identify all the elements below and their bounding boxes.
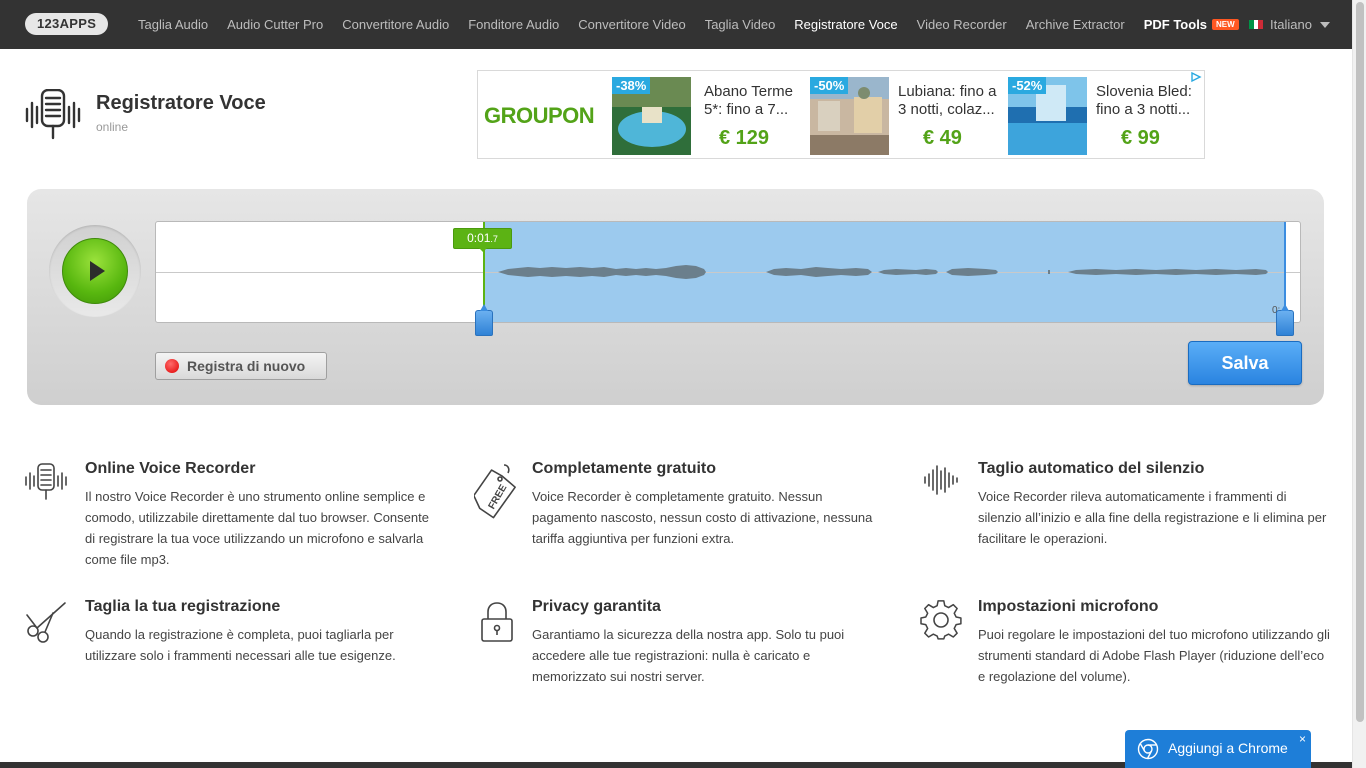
page-scrollbar[interactable] xyxy=(1352,0,1366,768)
deal-price: € 99 xyxy=(1121,127,1160,149)
app-microphone-icon xyxy=(25,88,81,146)
scrollbar-thumb[interactable] xyxy=(1356,2,1364,722)
deal-title[interactable]: Slovenia Bled: fino a 3 notti... xyxy=(1096,83,1196,119)
deal-title[interactable]: Abano Terme 5*: fino a 7... xyxy=(704,83,804,119)
free-tag-icon: FREE xyxy=(472,463,518,526)
top-navigation-bar: 123APPS Taglia Audio Audio Cutter Pro Co… xyxy=(0,0,1352,49)
deal-price: € 49 xyxy=(923,127,962,149)
feature-text: Garantiamo la sicurezza della nostra app… xyxy=(532,627,845,684)
nav-video-recorder[interactable]: Video Recorder xyxy=(917,17,1007,32)
svg-text:FREE: FREE xyxy=(487,483,510,512)
time-main: 0:01 xyxy=(467,231,491,245)
feature-title: Online Voice Recorder xyxy=(85,460,256,477)
trim-start-handle[interactable] xyxy=(475,304,493,336)
waveform-editor[interactable]: 0:01.7 0: xyxy=(155,221,1301,336)
nav-convertitore-audio[interactable]: Convertitore Audio xyxy=(342,17,449,32)
main-nav: Taglia Audio Audio Cutter Pro Convertito… xyxy=(138,0,1258,49)
language-label: Italiano xyxy=(1270,17,1312,32)
add-to-chrome-label: Aggiungi a Chrome xyxy=(1168,740,1288,756)
adchoices-icon[interactable] xyxy=(1190,71,1202,83)
record-again-label: Registra di nuovo xyxy=(187,358,306,374)
lock-icon xyxy=(480,601,514,648)
feature-title: Privacy garantita xyxy=(532,598,661,615)
feature-text: Voice Recorder è completamente gratuito.… xyxy=(532,489,873,546)
record-again-button[interactable]: Registra di nuovo xyxy=(155,352,327,380)
nav-fonditore-audio[interactable]: Fonditore Audio xyxy=(468,17,559,32)
deal-image-lubiana[interactable]: -50% xyxy=(810,77,889,155)
play-icon xyxy=(90,261,105,281)
waveform xyxy=(498,265,1268,279)
deal-image-bled[interactable]: -52% xyxy=(1008,77,1087,155)
nav-pdf-tools[interactable]: PDF Tools NEW xyxy=(1144,17,1239,32)
waveform-icon xyxy=(923,465,959,500)
new-badge: NEW xyxy=(1212,19,1239,30)
nav-archive-extractor[interactable]: Archive Extractor xyxy=(1026,17,1125,32)
recorder-panel: 0:01.7 0: Registra di nuovo Salva xyxy=(27,189,1324,405)
record-icon xyxy=(165,359,179,373)
close-icon[interactable]: × xyxy=(1299,732,1306,746)
nav-taglia-audio[interactable]: Taglia Audio xyxy=(138,17,208,32)
add-to-chrome-popup[interactable]: Aggiungi a Chrome × xyxy=(1125,730,1311,768)
deal-discount: -38% xyxy=(612,77,651,94)
feature-title: Taglia la tua registrazione xyxy=(85,598,281,615)
time-fraction: .7 xyxy=(490,234,498,244)
nav-convertitore-video[interactable]: Convertitore Video xyxy=(578,17,685,32)
feature-title: Impostazioni microfono xyxy=(978,598,1159,615)
deal-title[interactable]: Lubiana: fino a 3 notti, colaz... xyxy=(898,83,998,119)
deal-price: € 129 xyxy=(719,127,770,149)
deal-discount: -50% xyxy=(810,77,849,94)
site-logo[interactable]: 123APPS xyxy=(25,13,109,35)
pdf-tools-label: PDF Tools xyxy=(1143,17,1208,32)
play-button[interactable] xyxy=(62,238,128,304)
italy-flag-icon xyxy=(1249,20,1264,29)
scissors-icon xyxy=(25,601,67,648)
groupon-ad-banner[interactable]: GROUPON -38% Abano Terme 5*: fino a 7...… xyxy=(477,70,1205,159)
chrome-icon xyxy=(1137,738,1159,760)
groupon-logo: GROUPON xyxy=(484,103,595,128)
feature-text: Quando la registrazione è completa, puoi… xyxy=(85,627,396,663)
nav-taglia-video[interactable]: Taglia Video xyxy=(705,17,776,32)
feature-text: Il nostro Voice Recorder è uno strumento… xyxy=(85,489,429,567)
save-button[interactable]: Salva xyxy=(1188,341,1302,385)
play-button-ring xyxy=(49,225,141,317)
deal-image-abano[interactable]: -38% xyxy=(612,77,691,155)
feature-title: Completamente gratuito xyxy=(532,460,717,477)
nav-registratore-voce[interactable]: Registratore Voce xyxy=(794,17,897,32)
gear-icon xyxy=(920,600,962,647)
feature-title: Taglio automatico del silenzio xyxy=(978,460,1205,477)
current-time-label: 0:01.7 xyxy=(453,228,512,252)
feature-text: Voice Recorder rileva automaticamente i … xyxy=(978,489,1327,546)
microphone-icon xyxy=(25,463,67,506)
deal-discount: -52% xyxy=(1008,77,1047,94)
page-subtitle: online xyxy=(96,120,129,134)
language-selector[interactable]: Italiano xyxy=(1249,0,1330,49)
nav-audio-cutter-pro[interactable]: Audio Cutter Pro xyxy=(227,17,323,32)
trim-end-handle[interactable] xyxy=(1276,304,1294,336)
page-title: Registratore Voce xyxy=(96,92,266,114)
chevron-down-icon xyxy=(1319,21,1330,28)
feature-text: Puoi regolare le impostazioni del tuo mi… xyxy=(978,627,1330,684)
